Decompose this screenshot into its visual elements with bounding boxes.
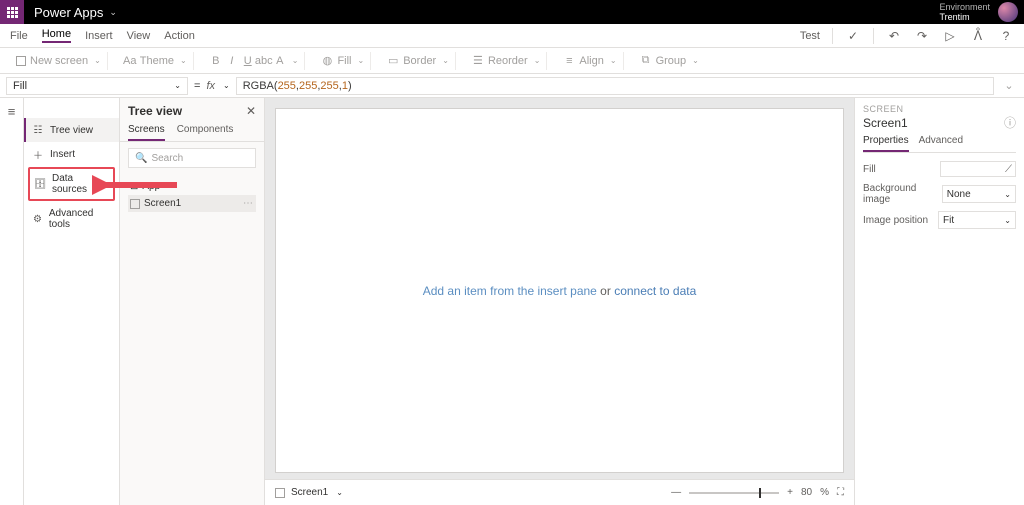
search-icon: 🔍 xyxy=(135,153,147,164)
tree-panel-title: Tree view xyxy=(128,104,182,118)
theme-icon: Aa xyxy=(124,55,136,67)
environment-picker[interactable]: Environment Trentim xyxy=(939,2,990,22)
prop-fill-value[interactable]: ⟋ xyxy=(940,161,1016,177)
fill-button[interactable]: ◍Fill⌄ xyxy=(315,52,371,70)
underline-icon[interactable]: U xyxy=(242,55,254,67)
screen-label: SCREEN xyxy=(863,104,1016,114)
menu-home[interactable]: Home xyxy=(42,28,71,43)
help-icon[interactable]: ? xyxy=(998,28,1014,44)
connect-to-data-link[interactable]: connect to data xyxy=(614,284,696,298)
env-label: Environment xyxy=(939,2,990,12)
prop-imgpos-label: Image position xyxy=(863,215,928,226)
database-icon: 🗄 xyxy=(34,178,46,190)
prop-imgpos-value[interactable]: Fit⌄ xyxy=(938,211,1016,229)
separator xyxy=(832,28,833,44)
reorder-button[interactable]: ☰Reorder⌄ xyxy=(466,52,547,70)
menu-test[interactable]: Test xyxy=(800,30,820,42)
tab-advanced[interactable]: Advanced xyxy=(919,135,963,152)
fill-icon: ◍ xyxy=(321,55,333,67)
separator xyxy=(873,28,874,44)
zoom-in-icon[interactable]: + xyxy=(787,487,793,498)
prop-fill-label: Fill xyxy=(863,164,876,175)
tab-properties[interactable]: Properties xyxy=(863,135,909,152)
fx-icon: fx xyxy=(206,80,215,92)
border-button[interactable]: ▭Border⌄ xyxy=(381,52,456,70)
no-fill-icon: ⟋ xyxy=(1005,164,1012,175)
group-icon: ⧉ xyxy=(640,55,652,67)
share-icon[interactable]: ᐰ xyxy=(970,28,986,44)
tools-icon: ⚙ xyxy=(32,213,43,225)
group-button[interactable]: ⧉Group⌄ xyxy=(634,52,705,70)
menu-view[interactable]: View xyxy=(127,30,151,42)
menu-file[interactable]: File xyxy=(10,30,28,42)
nav-insert[interactable]: ＋Insert xyxy=(24,142,119,166)
menu-action[interactable]: Action xyxy=(164,30,195,42)
font-color-icon[interactable]: A xyxy=(274,55,286,67)
nav-advanced-tools[interactable]: ⚙Advanced tools xyxy=(24,202,119,236)
equals-icon: = xyxy=(194,80,200,92)
avatar[interactable] xyxy=(998,2,1018,22)
more-icon[interactable]: ⋯ xyxy=(243,198,254,209)
border-icon: ▭ xyxy=(387,55,399,67)
screen-nav-icon[interactable] xyxy=(275,488,285,498)
env-name: Trentim xyxy=(939,12,990,22)
fit-icon[interactable]: ⛶ xyxy=(837,487,844,498)
app-checker-icon[interactable]: ✓ xyxy=(845,28,861,44)
zoom-slider[interactable] xyxy=(689,492,779,494)
prop-bgimage-label: Background image xyxy=(863,183,942,205)
redo-icon[interactable]: ↷ xyxy=(914,28,930,44)
align-button[interactable]: ≡Align⌄ xyxy=(557,52,623,70)
undo-icon[interactable]: ↶ xyxy=(886,28,902,44)
new-screen-button[interactable]: New screen⌄ xyxy=(10,52,108,70)
reorder-icon: ☰ xyxy=(472,55,484,67)
app-launcher-button[interactable] xyxy=(0,0,24,24)
zoom-out-icon[interactable]: — xyxy=(671,487,681,498)
footer-screen-name: Screen1 xyxy=(291,487,328,498)
app-title: Power Apps xyxy=(34,5,103,20)
property-selector[interactable]: Fill⌄ xyxy=(6,77,188,95)
tree-item-screen1[interactable]: Screen1⋯ xyxy=(128,195,256,212)
strike-icon[interactable]: abc xyxy=(258,55,270,67)
formula-input[interactable]: RGBA(255, 255, 255, 1) xyxy=(236,77,994,95)
expand-formula-icon[interactable]: ⌄ xyxy=(1000,79,1018,92)
nav-tree-view[interactable]: ☷Tree view xyxy=(24,118,119,142)
chevron-down-icon[interactable]: ⌄ xyxy=(109,7,117,18)
waffle-icon xyxy=(7,7,18,18)
chevron-down-icon[interactable]: ⌄ xyxy=(336,488,343,497)
bold-icon[interactable]: B xyxy=(210,55,222,67)
tab-components[interactable]: Components xyxy=(177,124,234,141)
tree-search-input[interactable]: 🔍 Search xyxy=(128,148,256,168)
tab-screens[interactable]: Screens xyxy=(128,124,165,141)
italic-icon[interactable]: I xyxy=(226,55,238,67)
tree-item-app[interactable]: ⊞App xyxy=(128,178,256,195)
close-icon[interactable]: ✕ xyxy=(246,104,256,118)
theme-button[interactable]: AaTheme⌄ xyxy=(118,52,194,70)
canvas-artboard[interactable]: Add an item from the insert pane or conn… xyxy=(275,108,844,473)
hamburger-icon[interactable]: ≡ xyxy=(8,104,16,119)
checkbox-icon[interactable] xyxy=(130,199,140,209)
screen-name: Screen1 xyxy=(863,116,908,130)
align-icon: ≡ xyxy=(563,55,575,67)
nav-data-sources[interactable]: 🗄Data sources xyxy=(34,173,109,195)
zoom-value: 80 xyxy=(801,487,812,498)
plus-icon: ＋ xyxy=(32,148,44,160)
info-icon[interactable]: ⓘ xyxy=(1004,114,1016,131)
canvas-placeholder: Add an item from the insert pane or conn… xyxy=(423,284,697,298)
app-icon: ⊞ xyxy=(130,181,138,192)
prop-bgimage-value[interactable]: None⌄ xyxy=(942,185,1016,203)
tree-icon: ☷ xyxy=(32,124,44,136)
play-icon[interactable]: ▷ xyxy=(942,28,958,44)
menu-insert[interactable]: Insert xyxy=(85,30,113,42)
